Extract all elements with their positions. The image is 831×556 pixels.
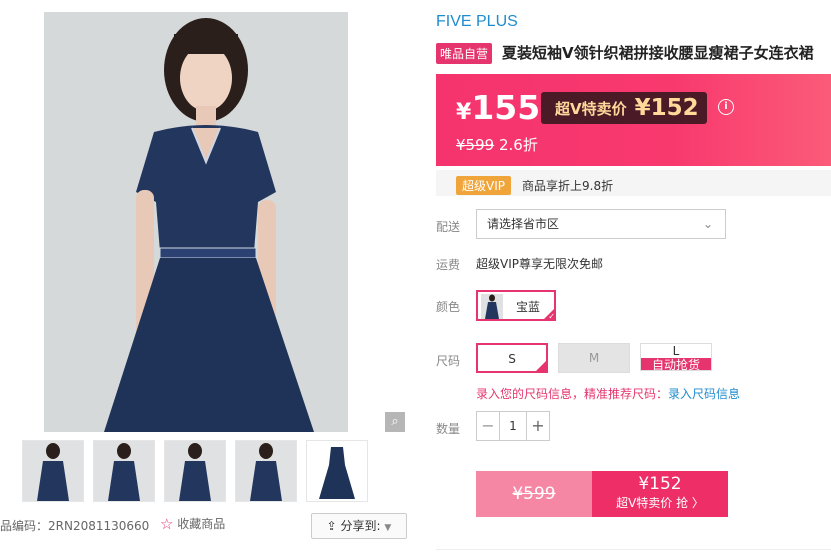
buy-original-price-button[interactable]: ¥599 <box>476 471 592 517</box>
size-info-link[interactable]: 录入尺码信息 <box>668 387 740 401</box>
size-option-m[interactable]: M <box>558 343 630 373</box>
discount-value: 2.6折 <box>498 136 538 154</box>
size-option-s[interactable]: S ✓ <box>476 343 548 373</box>
original-price-value: ¥599 <box>456 136 495 154</box>
favorite-button[interactable]: ☆ 收藏商品 <box>160 515 225 533</box>
minus-button[interactable]: − <box>477 412 500 440</box>
sale-price-value: 155 <box>471 88 541 127</box>
product-code: 品编码：2RN2081130660 <box>0 517 149 534</box>
quantity-value[interactable]: 1 <box>500 412 526 440</box>
region-select[interactable]: 请选择省市区 ⌄ <box>476 209 726 239</box>
model-photo <box>44 12 348 432</box>
color-option-label: 宝蓝 <box>516 300 541 314</box>
thumbnail-5[interactable] <box>306 440 368 502</box>
share-label: 分享到: <box>340 519 381 533</box>
vip-discount-text: 商品享折上9.8折 <box>522 179 614 193</box>
thumbnail-2[interactable] <box>93 440 155 502</box>
share-button[interactable]: ⇪ 分享到: ▼ <box>311 513 407 539</box>
buy-vip-price: ¥152 <box>638 474 682 494</box>
quantity-stepper[interactable]: − 1 + <box>476 411 550 441</box>
thumbnail-1[interactable] <box>22 440 84 502</box>
quantity-label: 数量 <box>436 422 461 436</box>
product-code-value: 2RN2081130660 <box>48 519 150 533</box>
size-option-m-label: M <box>588 351 600 365</box>
magnifier-icon[interactable]: ⌕ <box>385 412 405 432</box>
size-option-s-label: S <box>508 352 516 366</box>
thumbnail-3[interactable] <box>164 440 226 502</box>
size-option-l-label: L <box>672 344 680 358</box>
star-icon: ☆ <box>160 515 174 533</box>
main-product-image[interactable] <box>44 12 348 432</box>
plus-button[interactable]: + <box>526 412 549 440</box>
chevron-down-icon: ▼ <box>384 523 392 533</box>
checkmark-icon: ✓ <box>534 354 548 373</box>
divider <box>436 549 831 550</box>
info-icon[interactable]: i <box>718 99 734 115</box>
shipping-label: 配送 <box>436 220 461 234</box>
vip-price-value: ¥152 <box>634 95 699 121</box>
buy-original-price-label: ¥599 <box>512 484 556 504</box>
buy-vip-action: 超V特卖价 抢 〉 <box>616 496 704 510</box>
product-title: 夏装短袖V领针织裙拼接收腰显瘦裙子女连衣裙 <box>502 44 814 62</box>
vip-price-tag: 超V特卖价 ¥152 <box>541 92 707 124</box>
share-icon: ⇪ <box>326 519 337 533</box>
self-operated-badge: 唯品自营 <box>436 43 493 64</box>
color-label: 颜色 <box>436 300 461 314</box>
thumbnail-4[interactable] <box>235 440 297 502</box>
size-label: 尺码 <box>436 354 461 368</box>
product-code-label: 品编码： <box>0 519 49 533</box>
sale-price: ¥155 <box>456 88 540 127</box>
freight-label: 运费 <box>436 258 461 272</box>
chevron-down-icon: ⌄ <box>702 217 713 231</box>
freight-text: 超级VIP尊享无限次免邮 <box>476 257 603 271</box>
currency-symbol: ¥ <box>456 100 472 125</box>
size-tip-text: 录入您的尺码信息，精准推荐尺码： <box>476 387 669 401</box>
auto-rush-label[interactable]: 自动抢货 <box>641 358 711 370</box>
favorite-label: 收藏商品 <box>177 517 226 531</box>
original-price: ¥599 2.6折 <box>456 134 538 155</box>
buy-vip-price-button[interactable]: ¥152 超V特卖价 抢 〉 <box>592 471 728 517</box>
color-swatch-image <box>481 294 503 319</box>
size-option-l[interactable]: L 自动抢货 <box>640 343 712 371</box>
brand-name[interactable]: FIVE PLUS <box>436 13 518 31</box>
vip-price-label: 超V特卖价 <box>555 99 627 118</box>
super-vip-badge[interactable]: 超级VIP <box>456 176 511 195</box>
color-option-selected[interactable]: 宝蓝 ✓ <box>476 290 556 321</box>
checkmark-icon: ✓ <box>542 307 556 321</box>
size-recommend-tip: 录入您的尺码信息，精准推荐尺码：录入尺码信息 <box>476 385 740 402</box>
region-select-text: 请选择省市区 <box>487 217 560 231</box>
